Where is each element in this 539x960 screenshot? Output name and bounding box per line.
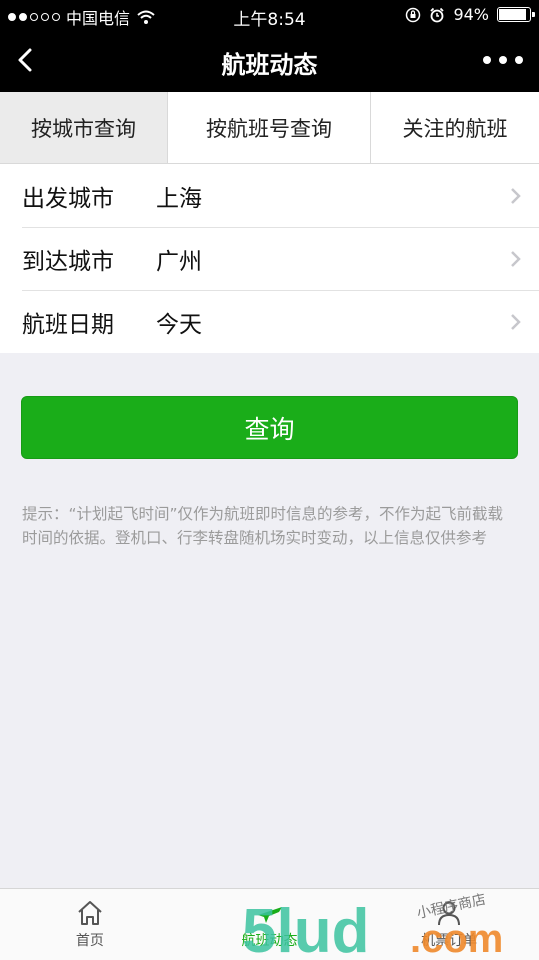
- tip-text: 提示：“计划起飞时间”仅作为航班即时信息的参考，不作为起飞前截载时间的依据。登机…: [22, 505, 504, 547]
- flight-query-form: 出发城市 上海 到达城市 广州 航班日期 今天: [0, 164, 539, 353]
- departure-city-row[interactable]: 出发城市 上海: [0, 164, 539, 227]
- chevron-right-icon: [511, 251, 521, 267]
- status-bar: 中国电信 上午8:54 94%: [0, 0, 539, 30]
- flight-date-label: 航班日期: [22, 311, 114, 338]
- flight-date-row[interactable]: 航班日期 今天: [0, 290, 539, 353]
- tabbar-item-home[interactable]: 首页: [0, 889, 180, 960]
- chevron-right-icon: [511, 314, 521, 330]
- home-icon: [78, 901, 102, 925]
- departure-city-label: 出发城市: [22, 185, 114, 212]
- flight-date-value: 今天: [156, 311, 202, 338]
- tab-followed-flights[interactable]: 关注的航班: [371, 92, 539, 163]
- arrival-city-row[interactable]: 到达城市 广州: [0, 227, 539, 290]
- query-button[interactable]: 查询: [21, 396, 518, 459]
- tabbar-label-flight-status: 航班动态: [241, 933, 298, 949]
- plane-icon: [257, 907, 282, 923]
- arrival-city-value: 广州: [156, 248, 202, 275]
- tab-by-flight-number[interactable]: 按航班号查询: [168, 92, 371, 163]
- alarm-icon: [430, 7, 445, 22]
- battery-icon: [497, 7, 535, 22]
- arrival-city-label: 到达城市: [22, 248, 114, 275]
- page-title: 航班动态: [221, 51, 318, 79]
- nav-bar: 航班动态: [0, 30, 539, 92]
- chevron-right-icon: [511, 188, 521, 204]
- status-right: 94%: [405, 5, 535, 24]
- user-icon: [438, 901, 461, 926]
- bottom-tab-bar: 首页 航班动态 机票订单: [0, 888, 539, 960]
- more-options-icon[interactable]: [483, 48, 523, 72]
- tabbar-item-orders[interactable]: 机票订单: [359, 889, 539, 960]
- rotation-lock-icon: [406, 7, 421, 22]
- tab-by-city[interactable]: 按城市查询: [0, 92, 168, 163]
- tabbar-item-flight-status[interactable]: 航班动态: [180, 889, 360, 960]
- tabbar-label-home: 首页: [75, 933, 104, 949]
- battery-percent: 94%: [453, 5, 489, 24]
- query-tabs: 按城市查询 按航班号查询 关注的航班: [0, 92, 539, 164]
- tabbar-label-orders: 机票订单: [421, 933, 478, 949]
- departure-city-value: 上海: [156, 185, 202, 212]
